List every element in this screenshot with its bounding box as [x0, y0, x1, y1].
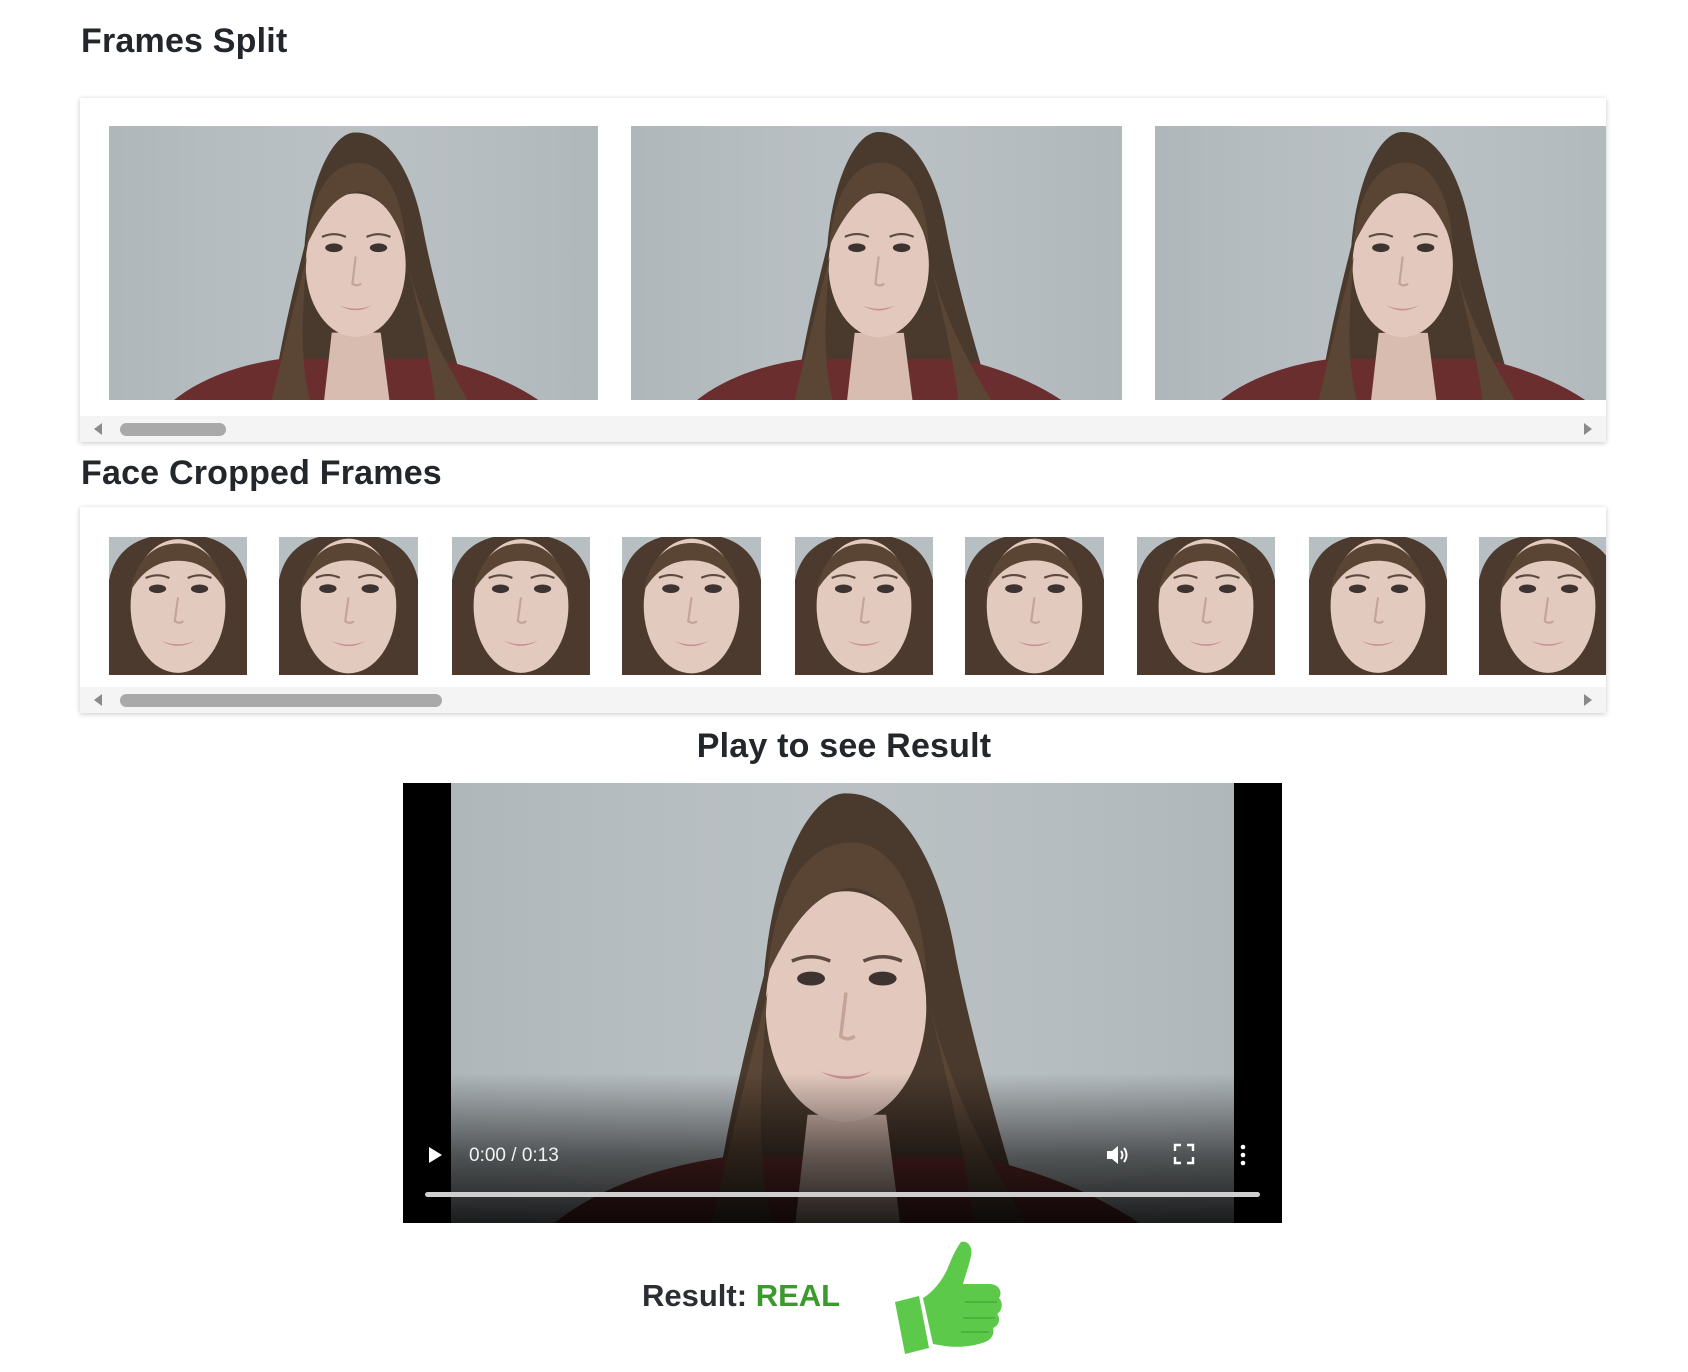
- frame-thumbnail: [1155, 126, 1606, 400]
- horizontal-scrollbar[interactable]: [80, 687, 1606, 713]
- play-title: Play to see Result: [696, 727, 992, 765]
- thumbs-up-icon: [895, 1241, 1002, 1354]
- frame-thumbnail: [631, 126, 1122, 400]
- face-cropped-title: Face Cropped Frames: [81, 454, 442, 492]
- frames-split-strip[interactable]: [80, 98, 1606, 442]
- face-thumbnail: [1309, 537, 1447, 675]
- result-text: Result: REAL: [642, 1278, 840, 1314]
- face-thumbnail: [1137, 537, 1275, 675]
- scrollbar-thumb[interactable]: [120, 694, 442, 707]
- face-thumbnail: [1479, 537, 1606, 675]
- result-label: Result:: [642, 1278, 748, 1313]
- face-cropped-strip[interactable]: [80, 507, 1606, 713]
- volume-icon[interactable]: [1105, 1143, 1131, 1167]
- face-thumbnail: [109, 537, 247, 675]
- scroll-left-arrow-icon[interactable]: [94, 423, 102, 435]
- more-options-icon[interactable]: [1238, 1143, 1248, 1167]
- face-thumbnail: [452, 537, 590, 675]
- progress-bar[interactable]: [425, 1192, 1260, 1197]
- scroll-right-arrow-icon[interactable]: [1584, 423, 1592, 435]
- video-player[interactable]: 0:00 / 0:13: [403, 783, 1282, 1223]
- face-thumbnail: [795, 537, 933, 675]
- scrollbar-thumb[interactable]: [120, 423, 226, 436]
- scroll-right-arrow-icon[interactable]: [1584, 694, 1592, 706]
- scroll-left-arrow-icon[interactable]: [94, 694, 102, 706]
- fullscreen-icon[interactable]: [1173, 1143, 1195, 1165]
- horizontal-scrollbar[interactable]: [80, 416, 1606, 442]
- time-display: 0:00 / 0:13: [469, 1145, 559, 1166]
- frames-split-title: Frames Split: [81, 22, 288, 60]
- result-value: REAL: [755, 1278, 841, 1313]
- frame-thumbnail: [109, 126, 598, 400]
- face-thumbnail: [622, 537, 761, 675]
- face-thumbnail: [279, 537, 418, 675]
- play-icon[interactable]: [429, 1147, 442, 1163]
- face-thumbnail: [965, 537, 1104, 675]
